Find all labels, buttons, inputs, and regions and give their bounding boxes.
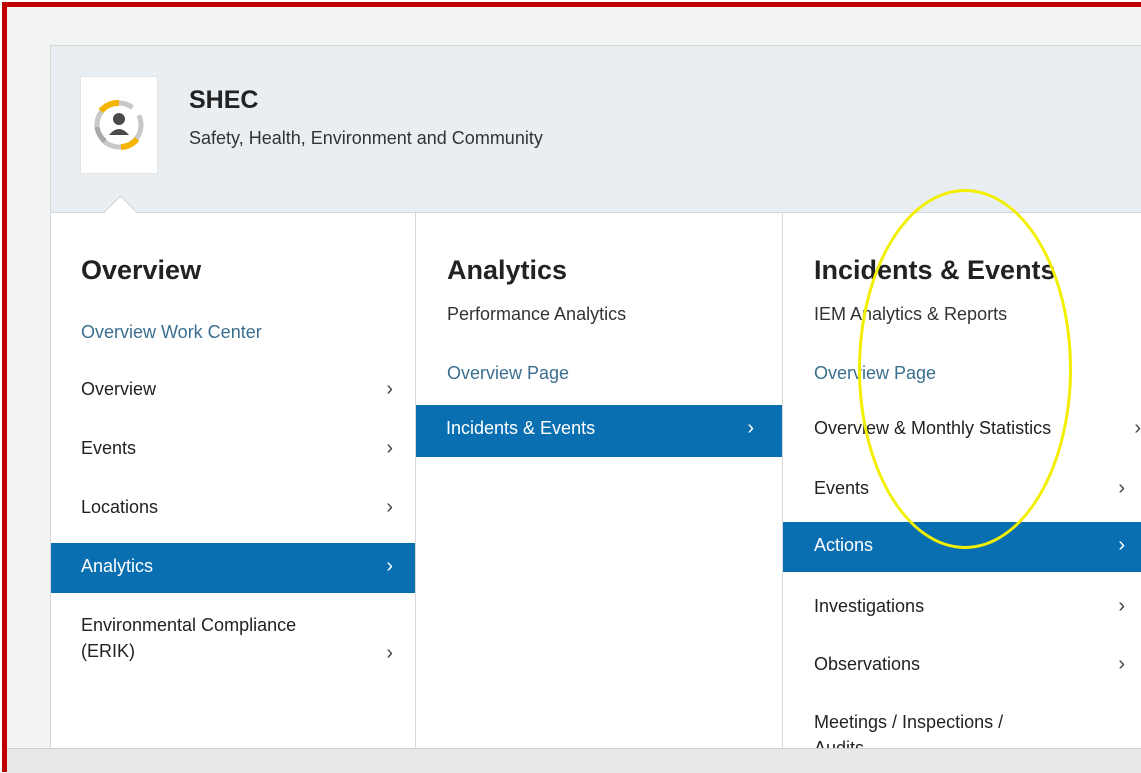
menu-item-actions[interactable]: Actions › bbox=[783, 522, 1141, 572]
chevron-right-icon: › bbox=[386, 642, 393, 664]
menu-item-environmental-compliance[interactable]: Environmental Compliance (ERIK) › bbox=[51, 606, 415, 672]
menu-item-label: Investigations bbox=[814, 596, 925, 616]
navigation-panel: SHEC Safety, Health, Environment and Com… bbox=[50, 45, 1141, 767]
menu-item-locations[interactable]: Locations › bbox=[51, 484, 415, 534]
chevron-right-icon: › bbox=[1118, 477, 1125, 499]
menu-column-incidents-events: Incidents & Events IEM Analytics & Repor… bbox=[783, 213, 1141, 766]
app-title: SHEC bbox=[189, 86, 259, 114]
chevron-right-icon: › bbox=[747, 417, 754, 439]
menu-item-label: Locations bbox=[81, 497, 159, 517]
chevron-right-icon: › bbox=[386, 437, 393, 459]
menu-item-label: Overview & Monthly Statistics bbox=[814, 418, 1052, 438]
overview-work-center-link[interactable]: Overview Work Center bbox=[81, 322, 262, 343]
menu-item-overview[interactable]: Overview › bbox=[51, 366, 415, 416]
menu-item-overview-monthly-statistics[interactable]: Overview & Monthly Statistics › bbox=[783, 405, 1141, 455]
app-logo[interactable] bbox=[80, 76, 158, 174]
column-subtitle: IEM Analytics & Reports bbox=[814, 304, 1008, 324]
menu-item-analytics[interactable]: Analytics › bbox=[51, 543, 415, 593]
menu-item-events[interactable]: Events › bbox=[783, 465, 1141, 515]
chevron-right-icon: › bbox=[1134, 417, 1141, 439]
bottom-bar bbox=[7, 748, 1141, 773]
chevron-right-icon: › bbox=[1118, 653, 1125, 675]
column-title: Analytics bbox=[447, 255, 568, 285]
person-cycle-icon bbox=[94, 100, 144, 150]
column-title: Incidents & Events bbox=[814, 255, 1056, 285]
menu-item-label: Analytics bbox=[81, 556, 154, 576]
column-title: Overview bbox=[81, 255, 202, 285]
menu-item-label: Events bbox=[81, 438, 137, 458]
menu-column-analytics: Analytics Performance Analytics Overview… bbox=[416, 213, 783, 766]
menu-item-events[interactable]: Events › bbox=[51, 425, 415, 475]
app-subtitle: Safety, Health, Environment and Communit… bbox=[189, 128, 543, 148]
menu-item-label: Events bbox=[814, 478, 870, 498]
menu-column-overview: Overview Overview Work Center Overview ›… bbox=[51, 213, 416, 766]
chevron-right-icon: › bbox=[386, 378, 393, 400]
app-header: SHEC Safety, Health, Environment and Com… bbox=[51, 46, 1141, 213]
menu-item-incidents-events[interactable]: Incidents & Events › bbox=[416, 405, 782, 457]
screenshot-frame: SHEC Safety, Health, Environment and Com… bbox=[2, 2, 1141, 772]
menu-item-label: Incidents & Events bbox=[446, 418, 596, 438]
chevron-right-icon: › bbox=[1118, 534, 1125, 556]
column-subtitle: Performance Analytics bbox=[447, 304, 627, 324]
menu-item-label: Environmental Compliance (ERIK) bbox=[81, 615, 297, 661]
chevron-right-icon: › bbox=[386, 555, 393, 577]
menu-item-observations[interactable]: Observations › bbox=[783, 641, 1141, 691]
chevron-right-icon: › bbox=[1118, 595, 1125, 617]
menu-item-investigations[interactable]: Investigations › bbox=[783, 583, 1141, 633]
menu-item-label: Overview bbox=[81, 379, 157, 399]
chevron-right-icon: › bbox=[386, 496, 393, 518]
menu-item-label: Actions bbox=[814, 535, 874, 555]
overview-page-link[interactable]: Overview Page bbox=[447, 363, 569, 384]
overview-page-link[interactable]: Overview Page bbox=[814, 363, 936, 384]
menu-item-label: Observations bbox=[814, 654, 921, 674]
